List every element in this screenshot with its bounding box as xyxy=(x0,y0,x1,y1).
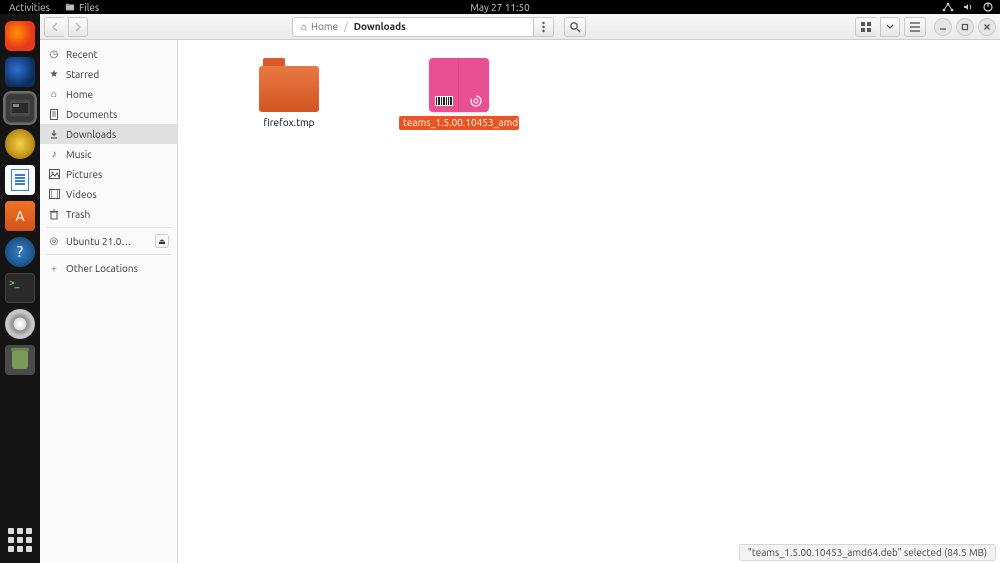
sidebar-label: Videos xyxy=(66,189,97,200)
folder-item[interactable]: firefox.tmp xyxy=(234,58,344,130)
pathbar: ⌂ Home / Downloads xyxy=(292,17,554,37)
file-label: firefox.tmp xyxy=(259,116,318,130)
disc-icon: ◎ xyxy=(48,235,60,247)
sidebar-label: Starred xyxy=(66,69,99,80)
sidebar-disk[interactable]: ◎ Ubuntu 21.0… ⏏ xyxy=(40,231,177,251)
nav-forward-button[interactable] xyxy=(68,17,88,37)
places-sidebar: ◷ Recent ★ Starred ⌂ Home Documents Downloa… xyxy=(40,40,178,563)
path-menu-button[interactable] xyxy=(534,17,554,37)
sidebar-other-locations[interactable]: + Other Locations xyxy=(40,258,177,278)
sidebar-separator xyxy=(46,254,171,255)
sidebar-label: Documents xyxy=(66,109,117,120)
view-dropdown-button[interactable] xyxy=(880,17,900,37)
dock-rhythmbox[interactable] xyxy=(5,129,35,159)
dock-files[interactable] xyxy=(5,93,35,123)
power-icon xyxy=(982,1,994,13)
dock-terminal[interactable]: >_ xyxy=(5,273,35,303)
files-app-icon xyxy=(65,2,75,12)
sidebar-label: Ubuntu 21.0… xyxy=(66,236,131,247)
sidebar-starred[interactable]: ★ Starred xyxy=(40,64,177,84)
plus-icon: + xyxy=(48,263,60,274)
minimize-button[interactable] xyxy=(934,18,952,36)
eject-button[interactable]: ⏏ xyxy=(155,234,169,248)
search-button[interactable] xyxy=(564,17,586,37)
breadcrumb-separator: / xyxy=(344,21,348,32)
sidebar-label: Downloads xyxy=(66,129,116,140)
sidebar-videos[interactable]: Videos xyxy=(40,184,177,204)
documents-icon xyxy=(48,109,60,120)
file-view[interactable]: firefox.tmp teams_1.5.00.10453_amd64.deb… xyxy=(178,40,1000,563)
videos-icon xyxy=(48,189,60,199)
dock-help[interactable]: ? xyxy=(5,237,35,267)
home-icon: ⌂ xyxy=(48,88,60,100)
sidebar-trash[interactable]: Trash xyxy=(40,204,177,224)
close-button[interactable] xyxy=(978,18,996,36)
dock-libreoffice-writer[interactable] xyxy=(5,165,35,195)
breadcrumb: ⌂ Home / Downloads xyxy=(292,17,534,37)
clock-icon: ◷ xyxy=(48,48,60,60)
dock-disc[interactable] xyxy=(5,309,35,339)
sidebar-downloads[interactable]: Downloads xyxy=(40,124,177,144)
view-icon-button[interactable] xyxy=(855,17,876,37)
star-icon: ★ xyxy=(48,68,60,80)
app-menu-label: Files xyxy=(79,2,99,13)
clock[interactable]: May 27 11:50 xyxy=(470,2,530,13)
downloads-icon xyxy=(48,129,60,140)
sidebar-home[interactable]: ⌂ Home xyxy=(40,84,177,104)
window-body: ◷ Recent ★ Starred ⌂ Home Documents Downloa… xyxy=(40,40,1000,563)
sidebar-separator xyxy=(46,227,171,228)
window-controls xyxy=(934,18,996,36)
ubuntu-dock: A ? >_ xyxy=(0,14,40,563)
music-icon: ♪ xyxy=(48,148,60,160)
dock-thunderbird[interactable] xyxy=(5,57,35,87)
show-applications[interactable] xyxy=(5,525,35,555)
network-icon xyxy=(942,1,954,13)
sidebar-label: Trash xyxy=(66,209,90,220)
dock-trash[interactable] xyxy=(5,345,35,375)
sidebar-label: Pictures xyxy=(66,169,102,180)
sidebar-pictures[interactable]: Pictures xyxy=(40,164,177,184)
sidebar-music[interactable]: ♪ Music xyxy=(40,144,177,164)
volume-icon xyxy=(962,1,974,13)
home-icon: ⌂ xyxy=(301,21,307,33)
folder-icon xyxy=(259,58,319,112)
file-label: teams_1.5.00.10453_amd64.deb xyxy=(399,116,519,130)
breadcrumb-home-label: Home xyxy=(311,21,338,32)
status-bar: "teams_1.5.00.10453_amd64.deb" selected … xyxy=(739,544,996,561)
system-status-area[interactable] xyxy=(942,1,994,13)
breadcrumb-current[interactable]: Downloads xyxy=(354,21,406,32)
sidebar-recent[interactable]: ◷ Recent xyxy=(40,44,177,64)
dock-firefox[interactable] xyxy=(5,21,35,51)
files-window: ⌂ Home / Downloads xyxy=(40,14,1000,563)
dock-software[interactable]: A xyxy=(5,201,35,231)
headerbar: ⌂ Home / Downloads xyxy=(40,14,1000,40)
deb-file-item[interactable]: teams_1.5.00.10453_amd64.deb xyxy=(404,58,514,130)
pictures-icon xyxy=(48,169,60,179)
maximize-button[interactable] xyxy=(956,18,974,36)
hamburger-menu-button[interactable] xyxy=(904,17,926,37)
sidebar-label: Recent xyxy=(66,49,98,60)
deb-package-icon xyxy=(429,58,489,112)
trash-icon xyxy=(48,209,60,220)
breadcrumb-home[interactable]: ⌂ Home xyxy=(301,21,338,33)
sidebar-label: Other Locations xyxy=(66,263,138,274)
activities-button[interactable]: Activities xyxy=(0,2,59,13)
app-menu[interactable]: Files xyxy=(59,2,105,13)
sidebar-label: Music xyxy=(66,149,92,160)
sidebar-documents[interactable]: Documents xyxy=(40,104,177,124)
sidebar-label: Home xyxy=(66,89,93,100)
nav-back-button[interactable] xyxy=(44,17,64,37)
gnome-top-bar: Activities Files May 27 11:50 xyxy=(0,0,1000,14)
